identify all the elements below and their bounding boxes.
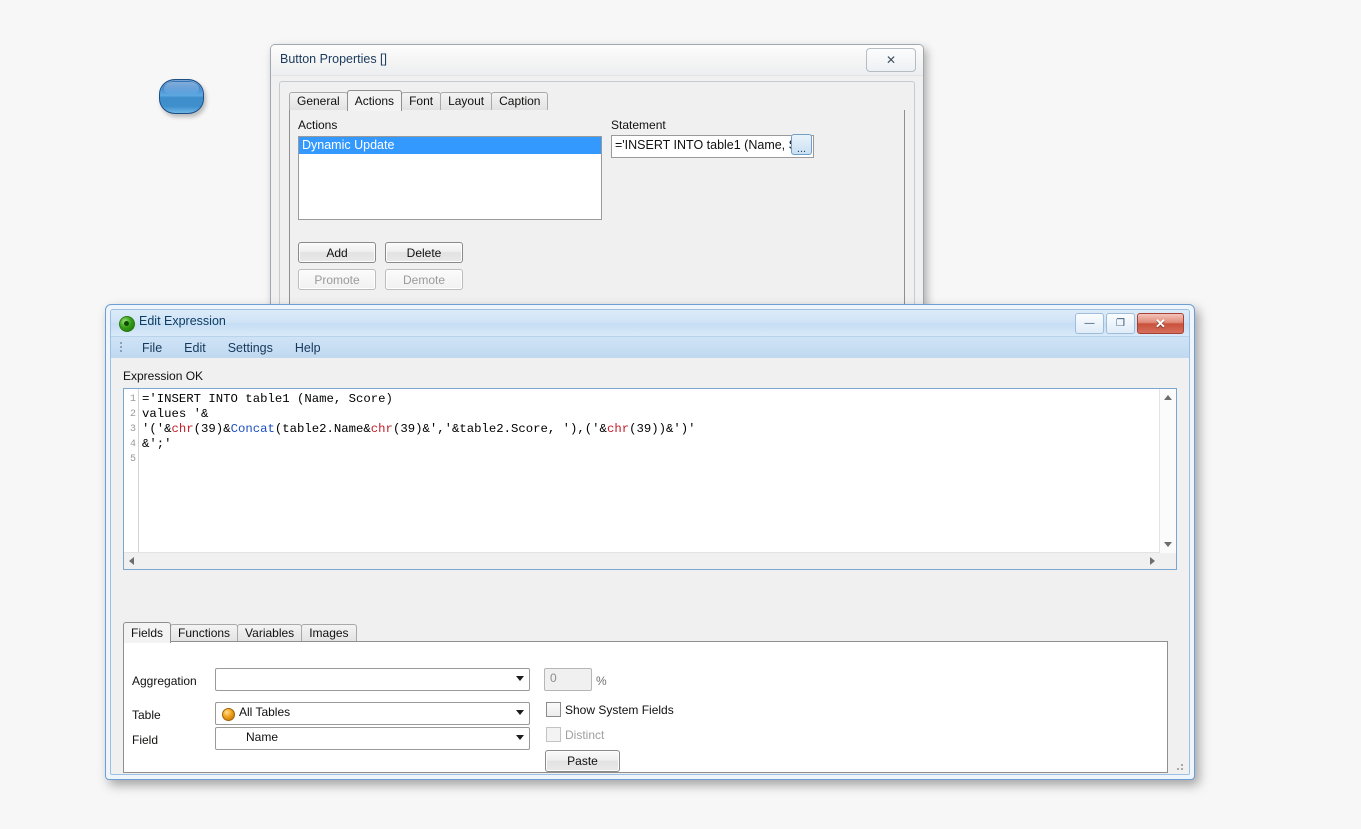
edit-expression-titlebar[interactable]: Edit Expression — ❐ ✕: [111, 310, 1189, 337]
field-value: Name: [246, 730, 279, 744]
delete-button[interactable]: Delete: [385, 242, 463, 263]
close-icon[interactable]: ✕: [866, 48, 916, 72]
fields-tab-panel: Aggregation 0 % Table All Tables Field N…: [123, 641, 1168, 773]
scroll-down-icon[interactable]: [1164, 542, 1172, 547]
aggregation-select[interactable]: [215, 668, 530, 691]
scrollbar-corner: [1160, 553, 1176, 569]
line-number: 2: [129, 409, 136, 420]
tab-images[interactable]: Images: [301, 624, 357, 642]
close-icon[interactable]: ✕: [1137, 313, 1184, 334]
tab-functions[interactable]: Functions: [170, 624, 239, 642]
statement-ellipsis-button[interactable]: ...: [791, 134, 812, 155]
distinct-checkbox: [546, 727, 561, 742]
button-properties-tabstrip: General Actions Font Layout Caption: [289, 90, 549, 111]
paste-button[interactable]: Paste: [545, 750, 620, 772]
field-select[interactable]: Name: [215, 727, 530, 750]
screen-root: Button Properties [] ✕ General Actions F…: [0, 0, 1361, 829]
expression-status-text: Expression OK: [123, 369, 204, 383]
statement-label: Statement: [611, 118, 666, 132]
scroll-right-icon[interactable]: [1150, 557, 1155, 565]
percent-symbol: %: [596, 674, 607, 688]
editor-horizontal-scrollbar[interactable]: [124, 552, 1160, 569]
window-controls: — ❐ ✕: [1075, 313, 1184, 334]
menu-file[interactable]: File: [131, 341, 173, 355]
expression-editor[interactable]: 1 2 3 4 5 ='INSERT INTO table1 (Name, Sc…: [123, 388, 1177, 570]
expression-code-text[interactable]: ='INSERT INTO table1 (Name, Score) value…: [140, 392, 1158, 551]
scroll-up-icon[interactable]: [1164, 395, 1172, 400]
table-sphere-icon: [222, 708, 235, 721]
table-label: Table: [132, 708, 161, 722]
chevron-down-icon[interactable]: [511, 704, 528, 721]
button-properties-dialog: Button Properties [] ✕ General Actions F…: [270, 44, 924, 346]
qlikview-logo-icon: [119, 316, 135, 332]
statement-input[interactable]: ='INSERT INTO table1 (Name, Sc: [611, 135, 814, 158]
menu-help[interactable]: Help: [284, 341, 332, 355]
resize-grip-icon[interactable]: [1173, 760, 1183, 770]
edit-expression-window: Edit Expression — ❐ ✕ File Edit Settings…: [105, 304, 1195, 780]
tab-caption[interactable]: Caption: [491, 92, 549, 110]
menu-settings[interactable]: Settings: [217, 341, 284, 355]
distinct-label: Distinct: [565, 728, 605, 742]
list-item[interactable]: Dynamic Update: [299, 137, 601, 154]
menubar: File Edit Settings Help: [111, 337, 1189, 360]
demote-button: Demote: [385, 269, 463, 290]
line-number: 4: [129, 439, 136, 450]
aggregation-percent-input: 0: [544, 668, 592, 691]
blue-rounded-button-object[interactable]: [159, 79, 204, 114]
edit-expression-body: Expression OK 1 2 3 4 5 ='INSERT INTO ta…: [111, 358, 1189, 774]
edit-expression-frame: Edit Expression — ❐ ✕ File Edit Settings…: [110, 309, 1190, 775]
field-label: Field: [132, 733, 159, 747]
tab-layout[interactable]: Layout: [440, 92, 493, 110]
minimize-icon[interactable]: —: [1075, 313, 1104, 334]
promote-button: Promote: [298, 269, 376, 290]
table-select[interactable]: All Tables: [215, 702, 530, 725]
line-number: 5: [129, 454, 136, 465]
chevron-down-icon[interactable]: [511, 670, 528, 687]
editor-line-numbers: 1 2 3 4 5: [124, 389, 139, 569]
tab-fields[interactable]: Fields: [123, 622, 172, 643]
lower-tabstrip: Fields Functions Variables Images: [123, 622, 357, 643]
aggregation-label: Aggregation: [132, 674, 197, 688]
menubar-grip-icon[interactable]: [120, 342, 123, 354]
show-system-fields-checkbox[interactable]: [546, 702, 561, 717]
button-properties-titlebar[interactable]: Button Properties [] ✕: [271, 45, 923, 76]
button-properties-title: Button Properties []: [280, 52, 388, 66]
actions-list-label: Actions: [298, 118, 338, 132]
tab-general[interactable]: General: [289, 92, 348, 110]
maximize-icon[interactable]: ❐: [1106, 313, 1135, 334]
editor-vertical-scrollbar[interactable]: [1159, 389, 1176, 553]
add-button[interactable]: Add: [298, 242, 376, 263]
percent-value: 0: [550, 671, 557, 685]
scroll-left-icon[interactable]: [129, 557, 134, 565]
edit-expression-title: Edit Expression: [139, 314, 226, 328]
tab-font[interactable]: Font: [401, 92, 442, 110]
line-number: 1: [129, 394, 136, 405]
tab-variables[interactable]: Variables: [237, 624, 303, 642]
aggregation-value: [216, 671, 222, 685]
chevron-down-icon[interactable]: [511, 729, 528, 746]
tab-actions[interactable]: Actions: [346, 90, 403, 111]
actions-listbox[interactable]: Dynamic Update: [298, 136, 602, 220]
line-number: 3: [129, 424, 136, 435]
menu-edit[interactable]: Edit: [173, 341, 217, 355]
show-system-fields-label[interactable]: Show System Fields: [565, 703, 674, 717]
